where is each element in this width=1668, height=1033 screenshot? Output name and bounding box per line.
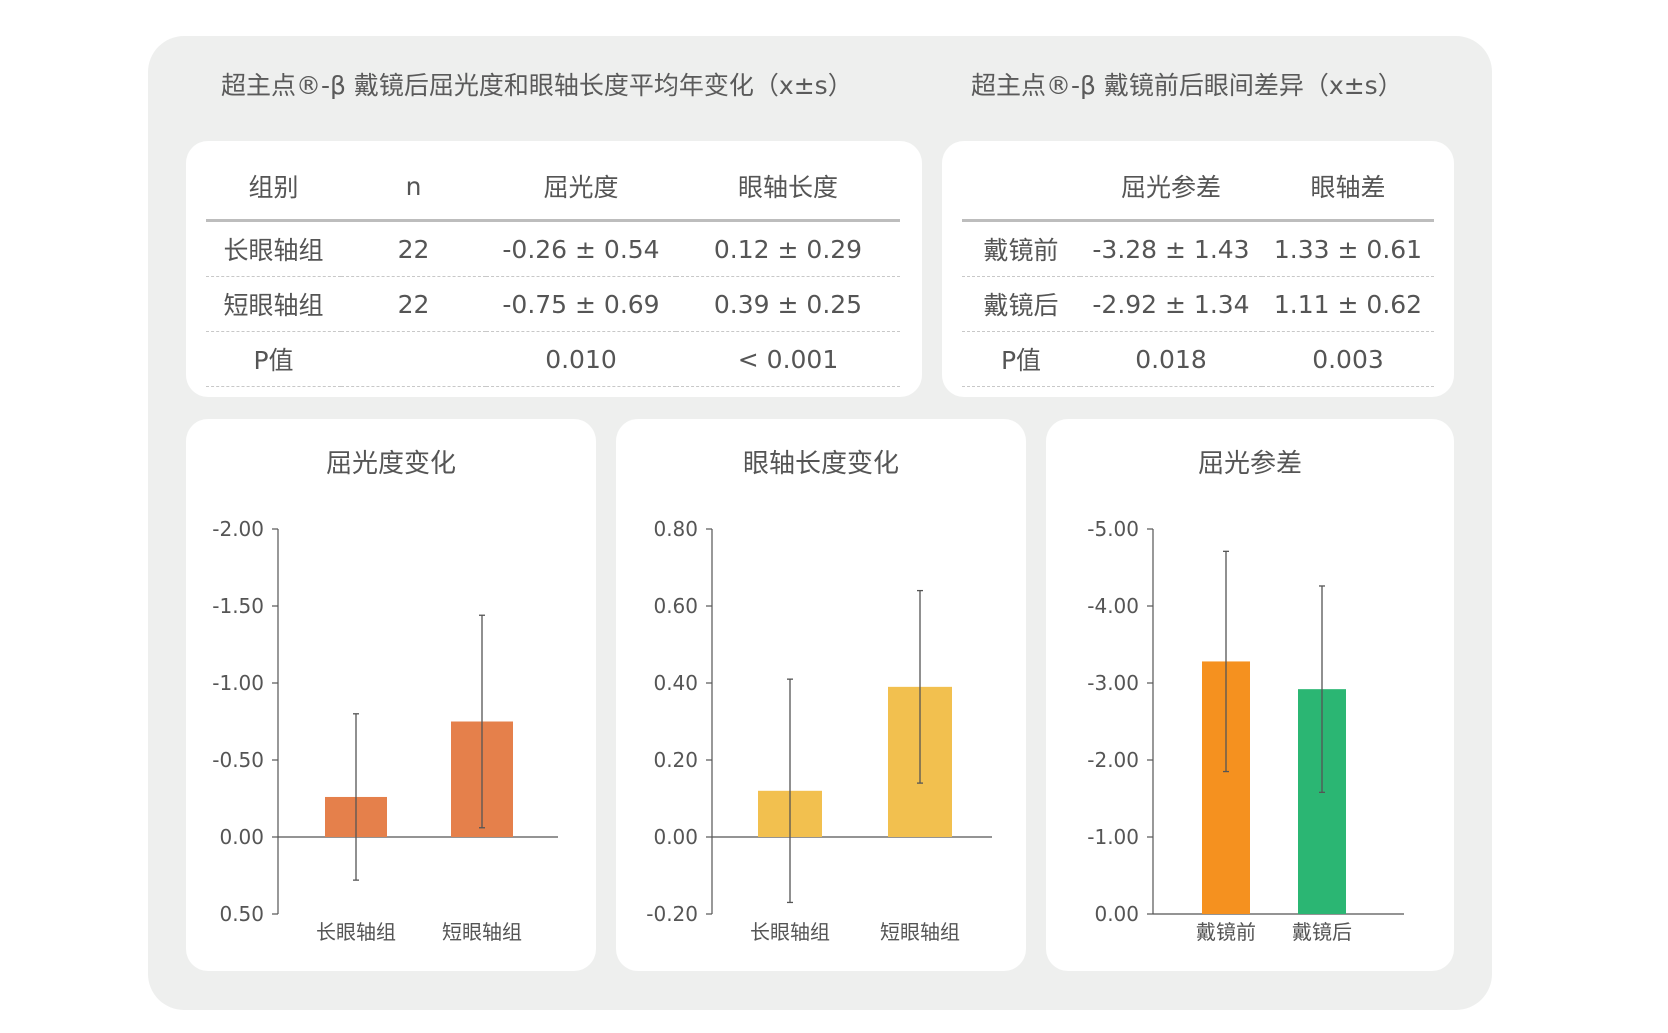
y-tick-label: 0.60	[653, 594, 698, 618]
category-label: 短眼轴组	[880, 920, 960, 944]
y-tick-label: 0.20	[653, 748, 698, 772]
heading-right: 超主点®-β 戴镜前后眼间差异（x±s）	[971, 71, 1403, 100]
header-axial-difference: 眼轴差	[1262, 153, 1434, 222]
y-tick-label: 0.00	[219, 825, 264, 849]
header-group: 组别	[206, 153, 341, 222]
axial-length-change-chart: -0.20 0.00 0.20 0.40 0.60 0.80 长眼轴组 短眼轴组	[646, 517, 992, 944]
table-cell: 戴镜前	[962, 220, 1080, 277]
table-cell: < 0.001	[676, 331, 900, 387]
y-tick-label: -1.00	[212, 671, 264, 695]
table-cell: 戴镜后	[962, 276, 1080, 332]
table-cell: 1.11 ± 0.62	[1262, 276, 1434, 332]
table-cell: -3.28 ± 1.43	[1080, 220, 1262, 277]
y-tick-label: -0.20	[646, 902, 698, 926]
table-header-row: 组别 n 屈光度 眼轴长度	[206, 153, 900, 222]
y-tick-label: 0.00	[1094, 902, 1139, 926]
figure-panel: 超主点®-β 戴镜后屈光度和眼轴长度平均年变化（x±s） 超主点®-β 戴镜前后…	[148, 36, 1492, 1010]
y-tick-label: 0.50	[219, 902, 264, 926]
chart-card-refraction: 屈光度变化 -2.00 -1.50 -1.00 -0.50 0.00 0.50 长眼轴组 短眼…	[186, 419, 596, 971]
table-cell: 22	[341, 276, 486, 332]
table-cell: 长眼轴组	[206, 220, 341, 277]
category-label: 短眼轴组	[442, 920, 522, 944]
chart-card-anisometropia: 屈光参差 0.00 -1.00 -2.00 -3.00 -4.00 -5.00 戴镜前 戴镜后	[1046, 419, 1454, 971]
table-cell: 0.39 ± 0.25	[676, 276, 900, 332]
y-tick-label: -1.00	[1087, 825, 1139, 849]
table-cell: 0.010	[486, 331, 676, 387]
stats-table-left: 组别 n 屈光度 眼轴长度 长眼轴组 22 -0.26 ± 0.54 0.12 …	[206, 153, 900, 387]
chart-card-axial-length: 眼轴长度变化 -0.20 0.00 0.20 0.40 0.60 0.80 长眼轴组 短眼轴组	[616, 419, 1026, 971]
y-tick-label: -2.00	[1087, 748, 1139, 772]
table-cell: 短眼轴组	[206, 276, 341, 332]
table-card-left: 组别 n 屈光度 眼轴长度 长眼轴组 22 -0.26 ± 0.54 0.12 …	[186, 141, 922, 397]
refraction-change-chart: -2.00 -1.50 -1.00 -0.50 0.00 0.50 长眼轴组 短眼轴组	[212, 517, 558, 944]
anisometropia-chart: 0.00 -1.00 -2.00 -3.00 -4.00 -5.00 戴镜前 戴镜后	[1087, 517, 1404, 944]
header-axial-length: 眼轴长度	[676, 153, 900, 222]
heading-left: 超主点®-β 戴镜后屈光度和眼轴长度平均年变化（x±s）	[221, 71, 853, 100]
table-cell: -2.92 ± 1.34	[1080, 276, 1262, 332]
table-cell: P值	[206, 331, 341, 387]
y-tick-label: -1.50	[212, 594, 264, 618]
table-row: 戴镜后 -2.92 ± 1.34 1.11 ± 0.62	[962, 276, 1434, 332]
category-label: 长眼轴组	[750, 920, 830, 944]
table-card-right: 屈光参差 眼轴差 戴镜前 -3.28 ± 1.43 1.33 ± 0.61 戴镜…	[942, 141, 1454, 397]
table-cell: 0.018	[1080, 331, 1262, 387]
header-blank	[962, 153, 1080, 222]
y-tick-label: 0.80	[653, 517, 698, 541]
y-tick-label: -5.00	[1087, 517, 1139, 541]
y-tick-label: -4.00	[1087, 594, 1139, 618]
category-label: 长眼轴组	[316, 920, 396, 944]
header-n: n	[341, 153, 486, 222]
table-cell	[341, 331, 486, 387]
y-tick-label: -0.50	[212, 748, 264, 772]
y-tick-label: -3.00	[1087, 671, 1139, 695]
table-cell: 0.12 ± 0.29	[676, 220, 900, 277]
category-label: 戴镜后	[1292, 920, 1352, 944]
table-row: P值 0.010 < 0.001	[206, 331, 900, 387]
header-anisometropia: 屈光参差	[1080, 153, 1262, 222]
table-cell: 1.33 ± 0.61	[1262, 220, 1434, 277]
table-cell: 22	[341, 220, 486, 277]
table-cell: 0.003	[1262, 331, 1434, 387]
y-tick-label: -2.00	[212, 517, 264, 541]
table-row: 长眼轴组 22 -0.26 ± 0.54 0.12 ± 0.29	[206, 220, 900, 277]
table-header-row: 屈光参差 眼轴差	[962, 153, 1434, 222]
stats-table-right: 屈光参差 眼轴差 戴镜前 -3.28 ± 1.43 1.33 ± 0.61 戴镜…	[962, 153, 1434, 387]
y-tick-label: 0.00	[653, 825, 698, 849]
category-label: 戴镜前	[1196, 920, 1256, 944]
table-row: 短眼轴组 22 -0.75 ± 0.69 0.39 ± 0.25	[206, 276, 900, 332]
table-row: P值 0.018 0.003	[962, 331, 1434, 387]
table-cell: -0.75 ± 0.69	[486, 276, 676, 332]
header-refraction: 屈光度	[486, 153, 676, 222]
y-tick-label: 0.40	[653, 671, 698, 695]
table-row: 戴镜前 -3.28 ± 1.43 1.33 ± 0.61	[962, 220, 1434, 277]
table-cell: P值	[962, 331, 1080, 387]
table-cell: -0.26 ± 0.54	[486, 220, 676, 277]
